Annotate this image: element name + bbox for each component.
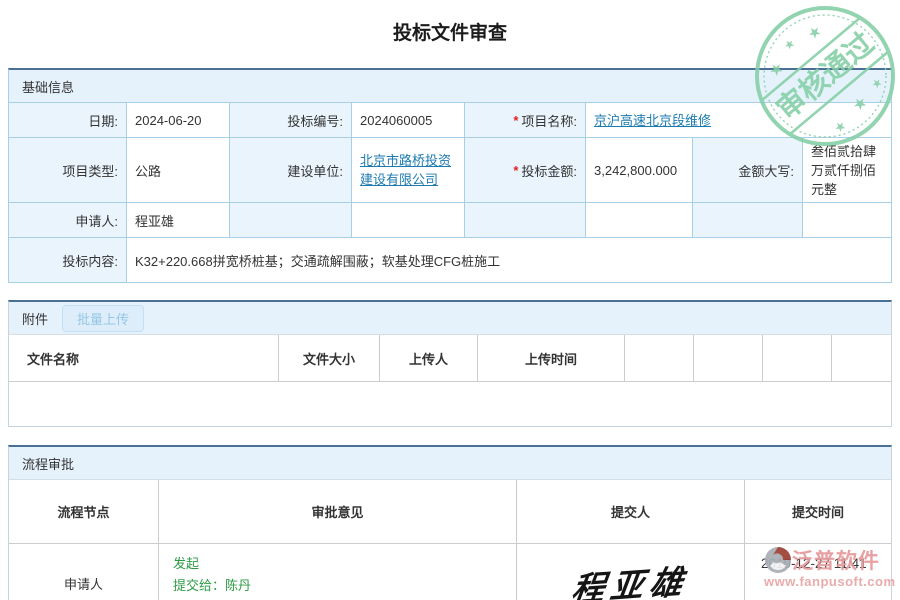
amount-words-label: 金额大写: (693, 138, 803, 203)
bid-content-value: K32+220.668拼宽桥桩基；交通疏解围蔽；软基处理CFG桩施工 (127, 238, 891, 282)
page: 投标文件审查 基础信息 日期: 2024-06-20 投标编号: 2024060… (0, 0, 900, 600)
attachments-title: 附件 (22, 309, 48, 328)
col-uploader: 上传人 (380, 335, 478, 382)
required-asterisk: * (513, 163, 518, 178)
submitter-cell: 程亚雄 (517, 544, 745, 600)
bid-no-label: 投标编号: (230, 103, 352, 138)
approval-table-header: 流程节点 审批意见 提交人 提交时间 (9, 480, 891, 544)
construction-unit-label: 建设单位: (230, 138, 352, 203)
attachments-section-header: 附件 批量上传 (9, 302, 891, 335)
col-empty (694, 335, 763, 382)
construction-unit-cell: 北京市路桥投资建设有限公司 (352, 138, 465, 203)
basic-info-section: 基础信息 日期: 2024-06-20 投标编号: 2024060005 * 项… (8, 68, 892, 283)
col-file-size: 文件大小 (279, 335, 380, 382)
approval-section: 流程审批 流程节点 审批意见 提交人 提交时间 申请人 发起 提交给：陈丹 程亚… (8, 445, 892, 600)
submit-time-value: 2019-12-27 11:41 (745, 544, 891, 600)
approval-section-header: 流程审批 (9, 447, 891, 480)
col-file-name: 文件名称 (9, 335, 279, 382)
col-opinion: 审批意见 (159, 480, 517, 544)
col-flow-node: 流程节点 (9, 480, 159, 544)
col-empty (763, 335, 832, 382)
empty-cell (352, 203, 465, 238)
basic-info-row-2: 项目类型: 公路 建设单位: 北京市路桥投资建设有限公司 * 投标金额: 3,2… (9, 138, 891, 203)
basic-info-row-3: 申请人: 程亚雄 (9, 203, 891, 238)
required-asterisk: * (513, 113, 518, 128)
basic-info-row-1: 日期: 2024-06-20 投标编号: 2024060005 * 项目名称: … (9, 103, 891, 138)
project-name-cell: 京沪高速北京段维修 (586, 103, 891, 138)
page-title: 投标文件审查 (0, 18, 900, 45)
empty-cell (230, 203, 352, 238)
empty-cell (586, 203, 693, 238)
basic-info-section-header: 基础信息 (9, 70, 891, 103)
col-upload-time: 上传时间 (478, 335, 625, 382)
opinion-action: 发起 (173, 553, 516, 575)
flow-node-value: 申请人 (9, 544, 159, 600)
project-name-label: * 项目名称: (465, 103, 586, 138)
opinion-cell: 发起 提交给：陈丹 (159, 544, 517, 600)
date-value: 2024-06-20 (127, 103, 230, 138)
applicant-label: 申请人: (9, 203, 127, 238)
attachments-table-header: 文件名称 文件大小 上传人 上传时间 (9, 335, 891, 382)
empty-cell (693, 203, 803, 238)
bid-amount-label: * 投标金额: (465, 138, 586, 203)
batch-upload-button[interactable]: 批量上传 (62, 305, 144, 332)
empty-cell (803, 203, 891, 238)
construction-unit-link[interactable]: 北京市路桥投资建设有限公司 (360, 151, 456, 189)
bid-content-label: 投标内容: (9, 238, 127, 282)
project-name-link[interactable]: 京沪高速北京段维修 (594, 111, 711, 130)
col-submit-time: 提交时间 (745, 480, 891, 544)
bid-amount-value: 3,242,800.000 (586, 138, 693, 203)
project-type-label: 项目类型: (9, 138, 127, 203)
date-label: 日期: (9, 103, 127, 138)
col-submitter: 提交人 (517, 480, 745, 544)
approval-title: 流程审批 (22, 454, 74, 473)
basic-info-title: 基础信息 (22, 77, 74, 96)
attachments-section: 附件 批量上传 文件名称 文件大小 上传人 上传时间 (8, 300, 892, 427)
attachments-empty-body (9, 382, 891, 426)
opinion-submit-to: 提交给：陈丹 (173, 575, 516, 597)
approval-row: 申请人 发起 提交给：陈丹 程亚雄 2019-12-27 11:41 (9, 544, 891, 600)
col-empty (625, 335, 694, 382)
applicant-value: 程亚雄 (127, 203, 230, 238)
bid-no-value: 2024060005 (352, 103, 465, 138)
basic-info-row-4: 投标内容: K32+220.668拼宽桥桩基；交通疏解围蔽；软基处理CFG桩施工 (9, 238, 891, 282)
col-empty (832, 335, 891, 382)
empty-cell (465, 203, 586, 238)
amount-words-value: 叁佰贰拾肆万贰仟捌佰元整 (803, 138, 891, 203)
project-type-value: 公路 (127, 138, 230, 203)
submitter-signature: 程亚雄 (569, 555, 693, 600)
